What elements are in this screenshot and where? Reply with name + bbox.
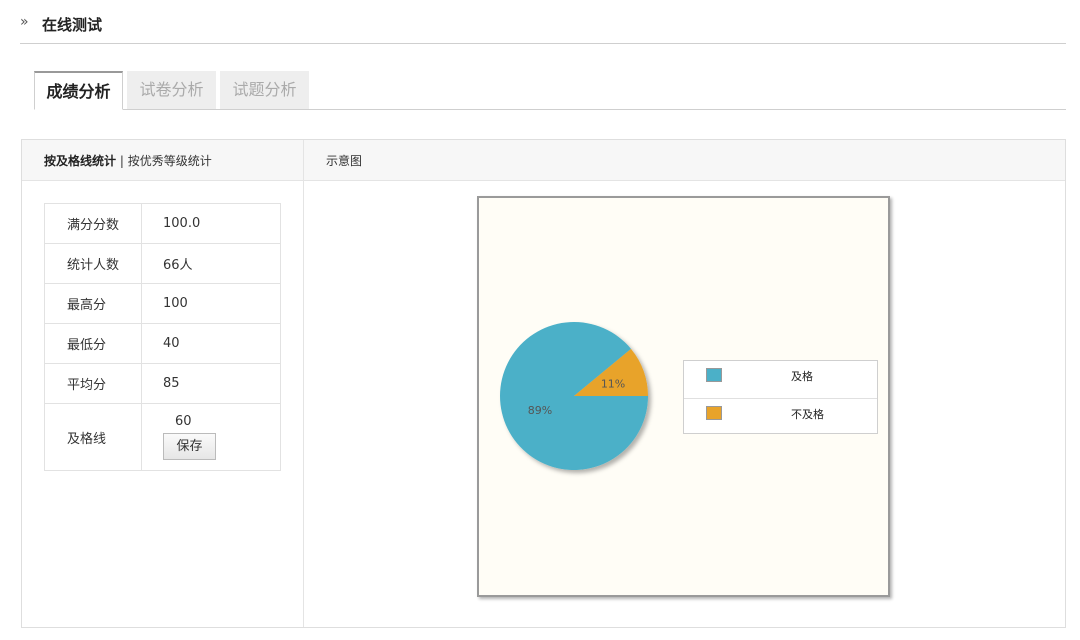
full-score-label: 满分分数	[44, 203, 142, 244]
table-row: 满分分数 100.0	[44, 203, 281, 244]
table-row: 统计人数 66人	[44, 243, 281, 284]
table-row: 平均分 85	[44, 363, 281, 404]
max-score-value: 100	[141, 283, 281, 324]
stats-table: 满分分数 100.0 统计人数 66人 最高分 100 最低分 40 平均分 8…	[44, 203, 281, 471]
table-row: 最高分 100	[44, 283, 281, 324]
legend-item: 不及格	[684, 398, 877, 435]
chart-section-title: 示意图	[326, 154, 363, 168]
pass-line-label: 及格线	[44, 403, 142, 471]
mode-pass-line[interactable]: 按及格线统计	[44, 154, 116, 168]
tab-paper-analysis[interactable]: 试卷分析	[127, 71, 216, 110]
chart-legend: 及格 不及格	[683, 360, 878, 434]
tab-question-analysis[interactable]: 试题分析	[220, 71, 309, 110]
stat-mode-switch: 按及格线统计 | 按优秀等级统计	[44, 152, 212, 169]
double-chevron-icon: »	[20, 14, 29, 30]
legend-swatch-pass	[706, 368, 722, 382]
full-score-value: 100.0	[141, 203, 281, 244]
pass-line-cell: 60 保存	[141, 403, 281, 471]
page-title: 在线测试	[42, 16, 103, 34]
mode-excellent-level[interactable]: 按优秀等级统计	[128, 154, 212, 168]
pass-line-value[interactable]: 60	[163, 414, 280, 429]
tab-divider	[34, 109, 1066, 110]
legend-swatch-fail	[706, 406, 722, 420]
pie-value-label: 89%	[528, 404, 552, 417]
count-label: 统计人数	[44, 243, 142, 284]
count-value: 66人	[141, 243, 281, 284]
pie-chart: 89% 11% 及格 不及格	[477, 196, 890, 597]
page-header: » 在线测试	[20, 0, 1066, 44]
save-button[interactable]: 保存	[163, 433, 216, 460]
table-row: 最低分 40	[44, 323, 281, 364]
avg-score-label: 平均分	[44, 363, 142, 404]
avg-score-value: 85	[141, 363, 281, 404]
mode-separator: |	[116, 154, 128, 168]
max-score-label: 最高分	[44, 283, 142, 324]
legend-label-pass: 及格	[791, 370, 813, 383]
legend-label-fail: 不及格	[791, 408, 824, 421]
min-score-value: 40	[141, 323, 281, 364]
table-row: 及格线 60 保存	[44, 403, 281, 471]
tab-score-analysis[interactable]: 成绩分析	[34, 71, 123, 110]
pie-value-label: 11%	[601, 377, 625, 390]
min-score-label: 最低分	[44, 323, 142, 364]
legend-item: 及格	[684, 361, 877, 398]
panel-divider	[303, 140, 304, 627]
